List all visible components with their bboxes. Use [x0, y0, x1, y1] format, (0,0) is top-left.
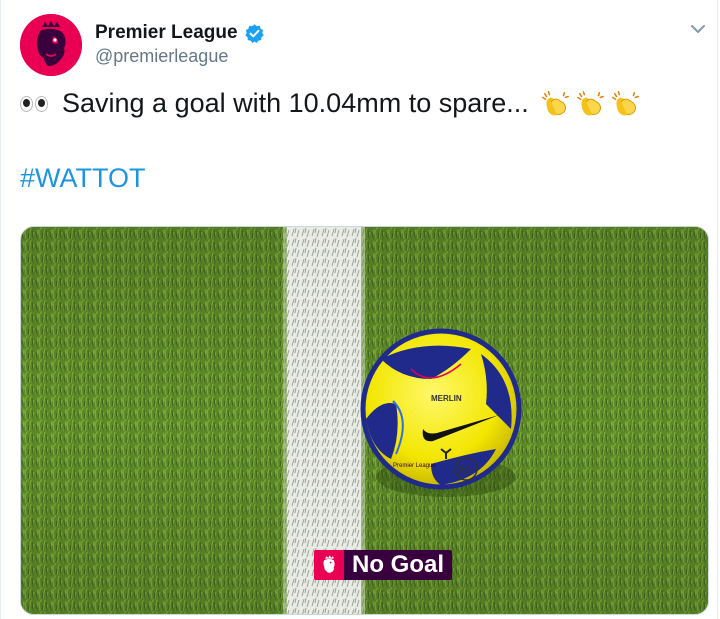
verified-badge-icon	[244, 23, 264, 43]
tweet-body: Saving a goal with 10.04mm to spare...	[62, 88, 529, 118]
no-goal-badge: No Goal	[314, 550, 453, 580]
clapping-hands-emoji	[611, 90, 639, 115]
ball-brand-text: MERLIN	[431, 394, 462, 403]
chevron-down-icon[interactable]	[689, 22, 707, 36]
ball-league-text: Premier League	[393, 463, 436, 469]
ball-number-text: 90	[459, 465, 471, 476]
handle[interactable]: @premierleague	[95, 46, 228, 67]
clap-emoji-group	[535, 89, 640, 119]
clapping-hands-emoji	[541, 90, 569, 115]
tweet-card: Premier League @premierleague Saving a g…	[0, 0, 718, 619]
premier-league-lion-icon	[314, 550, 344, 580]
name-row: Premier League	[95, 22, 265, 44]
hashtag-link[interactable]: #WATTOT	[20, 163, 146, 194]
football: MERLIN Premier League 90	[360, 328, 522, 490]
tweet-text: Saving a goal with 10.04mm to spare...	[20, 88, 640, 119]
avatar[interactable]	[20, 14, 82, 76]
tweet-media-image[interactable]: MERLIN Premier League 90 No Goal	[20, 226, 709, 615]
eyes-emoji	[20, 95, 48, 112]
no-goal-label: No Goal	[344, 550, 453, 580]
premier-league-lion-icon	[20, 14, 82, 76]
display-name[interactable]: Premier League	[95, 22, 238, 44]
clapping-hands-emoji	[576, 90, 604, 115]
